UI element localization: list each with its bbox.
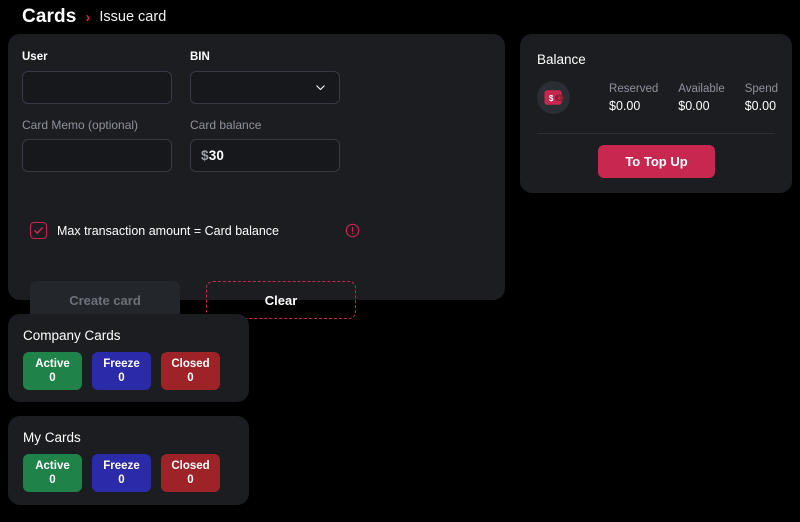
card-memo-field-label: Card Memo (optional) xyxy=(22,118,139,132)
chip-count: 0 xyxy=(49,371,56,384)
card-balance-field-group: Card balance $30 xyxy=(190,118,340,172)
my-cards-chip-active[interactable]: Active 0 xyxy=(23,454,82,492)
chip-label: Freeze xyxy=(103,459,140,472)
card-balance-value: $30 xyxy=(201,148,224,163)
breadcrumb-root-link[interactable]: Cards xyxy=(22,6,76,28)
my-cards-title: My Cards xyxy=(23,430,81,445)
card-balance-number: 30 xyxy=(208,148,225,163)
user-field-label: User xyxy=(22,51,48,63)
max-transaction-row: Max transaction amount = Card balance xyxy=(30,222,360,239)
bin-field-group: BIN xyxy=(190,50,340,104)
company-cards-chips: Active 0 Freeze 0 Closed 0 xyxy=(23,352,220,390)
user-input[interactable] xyxy=(22,71,172,104)
breadcrumb: Cards › Issue card xyxy=(22,2,166,32)
bin-select[interactable] xyxy=(190,71,340,104)
stat-spend-label: Spend xyxy=(744,82,778,95)
my-cards-panel: My Cards Active 0 Freeze 0 Closed 0 xyxy=(8,416,249,505)
stat-reserved-value: $0.00 xyxy=(609,98,641,113)
chevron-right-icon: › xyxy=(85,8,91,26)
balance-panel: Balance $ Reserved $0.00 Available $0.00… xyxy=(520,34,792,193)
stat-reserved: Reserved $0.00 xyxy=(609,83,658,113)
info-circle-icon[interactable] xyxy=(345,223,360,238)
stat-available-value: $0.00 xyxy=(678,98,710,113)
stat-reserved-label: Reserved xyxy=(609,82,659,95)
issue-card-form: User BIN Card Memo (optional) Card balan… xyxy=(22,50,352,172)
company-cards-chip-freeze[interactable]: Freeze 0 xyxy=(92,352,151,390)
chip-label: Closed xyxy=(171,459,210,472)
issue-card-panel: User BIN Card Memo (optional) Card balan… xyxy=(8,34,505,319)
chip-count: 0 xyxy=(118,473,125,486)
balance-title: Balance xyxy=(537,52,586,67)
company-cards-title: Company Cards xyxy=(23,328,121,343)
chip-label: Closed xyxy=(171,357,210,370)
company-cards-panel: Company Cards Active 0 Freeze 0 Closed 0 xyxy=(8,314,249,402)
balance-stats: Reserved $0.00 Available $0.00 Spend $0.… xyxy=(584,83,778,113)
currency-symbol: $ xyxy=(201,148,209,163)
to-top-up-button[interactable]: To Top Up xyxy=(598,145,715,178)
breadcrumb-current: Issue card xyxy=(99,9,167,25)
form-row-2: Card Memo (optional) Card balance $30 xyxy=(22,118,352,172)
balance-divider xyxy=(537,133,775,134)
my-cards-chip-closed[interactable]: Closed 0 xyxy=(161,454,220,492)
balance-body: $ Reserved $0.00 Available $0.00 Spend $… xyxy=(537,81,778,114)
max-transaction-label: Max transaction amount = Card balance xyxy=(57,223,279,238)
chip-count: 0 xyxy=(118,371,125,384)
chip-label: Active xyxy=(35,459,70,472)
card-memo-input[interactable] xyxy=(22,139,172,172)
company-cards-chip-closed[interactable]: Closed 0 xyxy=(161,352,220,390)
wallet-icon: $ xyxy=(543,90,564,105)
chip-label: Freeze xyxy=(103,357,140,370)
card-memo-field-group: Card Memo (optional) xyxy=(22,118,172,172)
svg-text:$: $ xyxy=(548,94,553,103)
check-icon xyxy=(34,227,43,234)
my-cards-chip-freeze[interactable]: Freeze 0 xyxy=(92,454,151,492)
chip-count: 0 xyxy=(49,473,56,486)
chip-label: Active xyxy=(35,357,70,370)
my-cards-chips: Active 0 Freeze 0 Closed 0 xyxy=(23,454,220,492)
card-balance-input[interactable]: $30 xyxy=(190,139,340,172)
stat-available-label: Available xyxy=(678,82,725,95)
company-cards-chip-active[interactable]: Active 0 xyxy=(23,352,82,390)
chevron-down-icon xyxy=(316,85,325,91)
stat-available: Available $0.00 xyxy=(678,83,724,113)
max-transaction-checkbox[interactable] xyxy=(30,222,47,239)
card-balance-field-label: Card balance xyxy=(190,118,262,132)
wallet-icon-container: $ xyxy=(537,81,570,114)
chip-count: 0 xyxy=(187,473,194,486)
user-field-group: User xyxy=(22,50,172,104)
stat-spend: Spend $0.00 xyxy=(745,83,778,113)
form-row-1: User BIN xyxy=(22,50,352,104)
stat-spend-value: $0.00 xyxy=(744,98,777,113)
chip-count: 0 xyxy=(187,371,194,384)
bin-field-label: BIN xyxy=(190,51,210,63)
